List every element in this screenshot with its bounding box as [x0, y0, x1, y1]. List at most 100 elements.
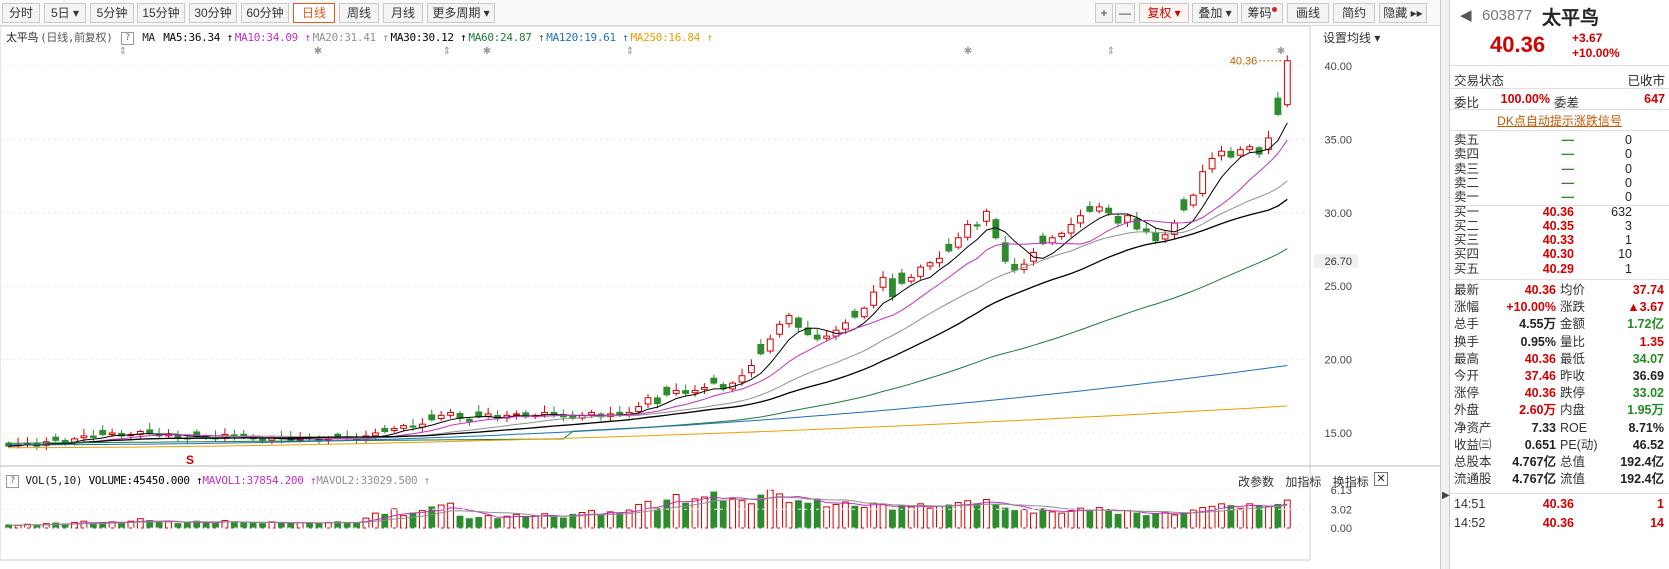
volume-bar [795, 500, 802, 529]
help-icon[interactable]: ? [120, 31, 134, 45]
fuquan-dropdown[interactable]: 复权 ▾ [1139, 3, 1189, 23]
period-5min[interactable]: 5分钟 [90, 3, 134, 23]
volume-bar [907, 506, 915, 529]
candle-body [973, 224, 981, 227]
price-change-pct: +10.00% [1572, 46, 1620, 60]
volume-bar [400, 515, 407, 529]
volume-bar [428, 506, 436, 529]
candle-body [108, 432, 116, 435]
volume-bar [785, 502, 793, 529]
stat-value: 36.69 [1632, 369, 1664, 383]
volume-bar [1048, 511, 1056, 529]
stat-value: 46.52 [1632, 437, 1664, 452]
bid-row[interactable]: 买三 40.33 1 [1454, 233, 1664, 248]
volume-bar [1199, 507, 1207, 529]
hide-label: 隐藏 [1383, 6, 1408, 20]
candle-body [550, 411, 558, 415]
period-15min[interactable]: 15分钟 [137, 3, 185, 23]
bid-row[interactable]: 买一 40.36 632 [1454, 205, 1664, 220]
period-daily[interactable]: 日线 [293, 3, 335, 23]
stat-label: 流通股 [1454, 472, 1492, 487]
book-price: 40.35 [1542, 218, 1574, 233]
volume-bar [165, 521, 172, 529]
ma-settings-dropdown[interactable]: 设置均线 ▾ [1323, 29, 1380, 46]
candle-body [381, 427, 389, 433]
period-label: (日线,前复权) [40, 31, 113, 44]
stat-row: 收益㈢ 0.651 PE(动) 46.52 [1454, 438, 1664, 455]
ask-row[interactable]: 卖二 — 0 [1454, 176, 1664, 191]
volume-bar [522, 516, 530, 529]
bid-row[interactable]: 买四 40.30 10 [1454, 247, 1664, 262]
bid-row[interactable]: 买二 40.35 3 [1454, 219, 1664, 234]
panel-divider[interactable] [1440, 0, 1450, 569]
period-30min[interactable]: 30分钟 [189, 3, 237, 23]
candle-body [983, 210, 990, 222]
ask-row[interactable]: 卖五 — 0 [1454, 133, 1664, 148]
volume-bar [249, 522, 257, 529]
candle-body [475, 411, 483, 418]
candle-body [691, 389, 699, 394]
stat-value: 4.767亿 [1512, 472, 1556, 487]
candle-body [1077, 215, 1084, 224]
vol-legend-item: MAVOL2:33029.500 ↑ [316, 474, 430, 487]
volume-bar [926, 507, 934, 529]
stat-row: 总股本 4.767亿 总值 192.4亿 [1454, 455, 1664, 472]
price-change: +3.67 [1572, 31, 1603, 45]
chips-button[interactable]: 筹码 [1241, 3, 1283, 23]
zoom-in-button[interactable]: + [1095, 3, 1113, 23]
collapse-arrow-icon[interactable]: ▶ [1442, 490, 1450, 501]
period-monthly[interactable]: 月线 [383, 3, 423, 23]
dk-signal-link[interactable]: DK点自动提示涨跌信号 [1450, 112, 1669, 129]
candle-body [1001, 242, 1009, 262]
vol-tick-label: 0.00 [1331, 523, 1352, 535]
quote-panel: ◀ 603877 太平鸟 40.36 +3.67 +10.00% 交易状态 已收… [1450, 0, 1669, 569]
stat-row: 最新 40.36 均价 37.74 [1454, 283, 1664, 300]
hide-panel-button[interactable]: 隐藏 ▸▸ [1379, 3, 1427, 23]
current-price-label: 26.70 [1324, 256, 1352, 268]
volume-bar [259, 523, 266, 529]
close-icon[interactable]: ✕ [1374, 472, 1388, 486]
bid-row[interactable]: 买五 40.29 1 [1454, 262, 1664, 277]
candle-body [898, 272, 906, 284]
period-5day[interactable]: 5日 ▾ [44, 3, 86, 23]
switch-indicator-button[interactable]: 换指标 [1333, 475, 1369, 489]
stat-value: 33.02 [1632, 386, 1664, 401]
zoom-out-button[interactable]: — [1115, 3, 1135, 23]
book-price: 40.36 [1542, 204, 1574, 219]
draw-line-button[interactable]: 画线 [1287, 3, 1329, 23]
period-60min[interactable]: 60分钟 [241, 3, 289, 23]
volume-bar [1265, 506, 1272, 529]
period-fenshi[interactable]: 分时 [2, 3, 40, 23]
ask-row[interactable]: 卖四 — 0 [1454, 147, 1664, 162]
book-volume: 0 [1625, 161, 1632, 176]
volume-bar [230, 521, 238, 529]
more-periods-dropdown[interactable]: 更多周期 ▾ [427, 3, 495, 23]
simple-mode-button[interactable]: 简约 [1333, 3, 1375, 23]
candle-body [672, 389, 680, 394]
candle-body [1058, 232, 1066, 237]
stat-label: 总股本 [1454, 455, 1492, 469]
candle-body [926, 262, 934, 267]
ask-row[interactable]: 卖三 — 0 [1454, 162, 1664, 177]
candle-body [1048, 237, 1056, 244]
change-params-button[interactable]: 改参数 [1238, 475, 1274, 489]
stat-label: 跌停 [1560, 386, 1586, 401]
stat-row: 换手 0.95% 量比 1.35 [1454, 335, 1664, 352]
add-indicator-button[interactable]: 加指标 [1285, 475, 1321, 489]
ma-legend-item: MA250:16.84 ↑ [630, 31, 713, 44]
triangle-left-icon[interactable]: ◀ [1460, 6, 1472, 24]
price-tick-label: 40.00 [1324, 61, 1352, 73]
ma-settings-label: 设置均线 [1323, 31, 1372, 45]
vol-help-icon[interactable]: ? [6, 474, 19, 488]
volume-bar [418, 510, 426, 529]
stat-label: 涨幅 [1454, 300, 1480, 315]
book-level-label: 卖三 [1454, 161, 1480, 176]
volume-bar [447, 502, 454, 529]
divider-line [1450, 65, 1669, 66]
overlay-dropdown[interactable]: 叠加 ▾ [1192, 3, 1238, 23]
stat-label: 换手 [1454, 334, 1480, 349]
period-weekly[interactable]: 周线 [339, 3, 379, 23]
volume-bar [202, 521, 210, 529]
ask-row[interactable]: 卖一 — 0 [1454, 190, 1664, 205]
volume-bar [738, 500, 746, 529]
